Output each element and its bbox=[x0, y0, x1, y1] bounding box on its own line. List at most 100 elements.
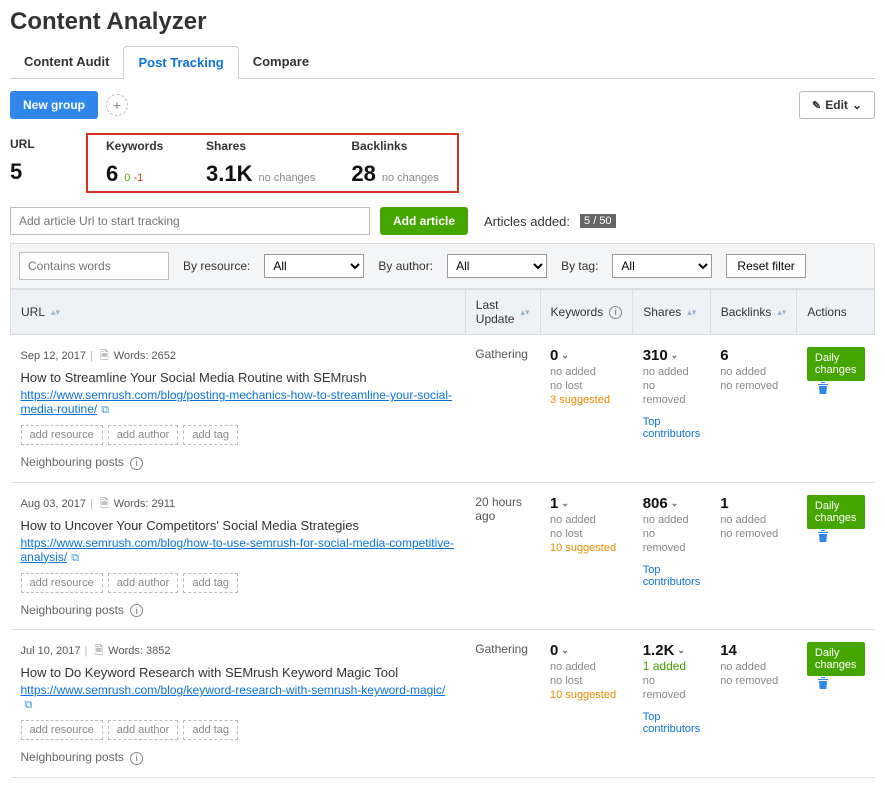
row-last-update: Gathering bbox=[465, 630, 540, 778]
row-keywords-value[interactable]: 0⌄ bbox=[550, 642, 569, 659]
summary-shares: Shares 3.1K no changes bbox=[188, 139, 333, 187]
add-tag-chip[interactable]: add tag bbox=[183, 573, 238, 593]
row-shares-removed: no removed bbox=[643, 528, 686, 554]
summary-bl-value: 28 bbox=[351, 161, 375, 187]
row-keywords-value[interactable]: 1⌄ bbox=[550, 495, 569, 512]
row-kw-suggested[interactable]: 10 suggested bbox=[550, 542, 616, 554]
row-title: How to Streamline Your Social Media Rout… bbox=[21, 370, 456, 385]
info-icon[interactable]: i bbox=[130, 604, 143, 617]
info-icon[interactable]: i bbox=[130, 752, 143, 765]
add-author-chip[interactable]: add author bbox=[108, 425, 179, 445]
row-title: How to Do Keyword Research with SEMrush … bbox=[21, 665, 456, 680]
external-link-icon[interactable]: ⧉ bbox=[71, 552, 79, 564]
external-link-icon[interactable]: ⧉ bbox=[101, 404, 109, 416]
filter-author-label: By author: bbox=[378, 259, 433, 273]
row-shares-added: no added bbox=[643, 366, 689, 378]
add-author-chip[interactable]: add author bbox=[108, 573, 179, 593]
filter-tag-select[interactable]: All bbox=[612, 254, 712, 278]
top-contributors-link[interactable]: Top contributors bbox=[643, 711, 700, 735]
filter-contains-input[interactable] bbox=[19, 252, 169, 280]
reset-filter-button[interactable]: Reset filter bbox=[726, 254, 805, 278]
row-url-link[interactable]: https://www.semrush.com/blog/how-to-use-… bbox=[21, 536, 454, 564]
neighbouring-posts[interactable]: Neighbouring posts i bbox=[21, 750, 456, 765]
neighbouring-posts[interactable]: Neighbouring posts i bbox=[21, 603, 456, 618]
row-shares-added: no added bbox=[643, 514, 689, 526]
add-article-button[interactable]: Add article bbox=[380, 207, 468, 235]
add-resource-chip[interactable]: add resource bbox=[21, 425, 103, 445]
tab-post-tracking[interactable]: Post Tracking bbox=[123, 46, 238, 79]
new-group-button[interactable]: New group bbox=[10, 91, 98, 119]
chevron-down-icon: ⌄ bbox=[671, 350, 679, 361]
summary-kw-label: Keywords bbox=[106, 139, 170, 153]
row-url-link[interactable]: https://www.semrush.com/blog/posting-mec… bbox=[21, 388, 452, 416]
pencil-icon: ✎ bbox=[812, 99, 821, 112]
row-backlinks-value: 1 bbox=[720, 495, 728, 512]
row-title: How to Uncover Your Competitors' Social … bbox=[21, 518, 456, 533]
document-icon: 🗎 bbox=[100, 498, 109, 510]
chevron-down-icon: ⌄ bbox=[852, 98, 862, 112]
top-contributors-link[interactable]: Top contributors bbox=[643, 564, 700, 588]
add-resource-chip[interactable]: add resource bbox=[21, 573, 103, 593]
info-icon[interactable]: i bbox=[609, 306, 622, 319]
daily-changes-button[interactable]: Daily changes bbox=[807, 495, 865, 529]
daily-changes-button[interactable]: Daily changes bbox=[807, 347, 865, 381]
daily-changes-button[interactable]: Daily changes bbox=[807, 642, 865, 676]
articles-added-label: Articles added: bbox=[484, 214, 570, 229]
summary-keywords: Keywords 6 0 -1 bbox=[88, 139, 188, 187]
row-shares-value[interactable]: 806⌄ bbox=[643, 495, 679, 512]
delete-row-button[interactable] bbox=[817, 530, 829, 545]
delete-row-button[interactable] bbox=[817, 677, 829, 692]
col-backlinks[interactable]: Backlinks▴▾ bbox=[710, 290, 797, 335]
filter-author-select[interactable]: All bbox=[447, 254, 547, 278]
add-resource-chip[interactable]: add resource bbox=[21, 720, 103, 740]
summary-url-label: URL bbox=[10, 137, 86, 151]
tab-content-audit[interactable]: Content Audit bbox=[10, 46, 123, 78]
add-author-chip[interactable]: add author bbox=[108, 720, 179, 740]
external-link-icon[interactable]: ⧉ bbox=[25, 699, 33, 711]
summary-kw-value: 6 bbox=[106, 161, 118, 187]
add-tag-chip[interactable]: add tag bbox=[183, 425, 238, 445]
chevron-down-icon: ⌄ bbox=[561, 350, 569, 361]
row-kw-suggested[interactable]: 10 suggested bbox=[550, 689, 616, 701]
row-kw-lost: no lost bbox=[550, 675, 582, 687]
col-keywords[interactable]: Keywordsi bbox=[540, 290, 633, 335]
edit-button[interactable]: ✎ Edit ⌄ bbox=[799, 91, 875, 119]
summary-highlight: Keywords 6 0 -1 Shares 3.1K no changes B… bbox=[86, 133, 459, 193]
page-title: Content Analyzer bbox=[10, 8, 875, 36]
add-group-button[interactable]: + bbox=[106, 94, 128, 116]
row-bl-added: no added bbox=[720, 366, 766, 378]
add-tag-chip[interactable]: add tag bbox=[183, 720, 238, 740]
filter-resource-select[interactable]: All bbox=[264, 254, 364, 278]
col-last-update[interactable]: Last Update▴▾ bbox=[465, 290, 540, 335]
row-shares-value[interactable]: 1.2K⌄ bbox=[643, 642, 685, 659]
row-meta: Jul 10, 2017| 🗎 Words: 3852 bbox=[21, 642, 456, 661]
row-keywords-value[interactable]: 0⌄ bbox=[550, 347, 569, 364]
document-icon: 🗎 bbox=[94, 645, 103, 657]
row-kw-lost: no lost bbox=[550, 528, 582, 540]
articles-table: URL▴▾ Last Update▴▾ Keywordsi Shares▴▾ B… bbox=[10, 289, 875, 778]
tab-compare[interactable]: Compare bbox=[239, 46, 323, 78]
add-article-input[interactable] bbox=[10, 207, 370, 235]
row-kw-added: no added bbox=[550, 514, 596, 526]
chevron-down-icon: ⌄ bbox=[561, 645, 569, 656]
row-bl-removed: no removed bbox=[720, 675, 778, 687]
col-url[interactable]: URL▴▾ bbox=[11, 290, 466, 335]
row-backlinks-value: 14 bbox=[720, 642, 737, 659]
filter-resource-label: By resource: bbox=[183, 259, 250, 273]
row-shares-added: 1 added bbox=[643, 659, 686, 673]
info-icon[interactable]: i bbox=[130, 457, 143, 470]
neighbouring-posts[interactable]: Neighbouring posts i bbox=[21, 455, 456, 470]
row-date: Jul 10, 2017 bbox=[21, 645, 81, 657]
row-shares-value[interactable]: 310⌄ bbox=[643, 347, 679, 364]
delete-row-button[interactable] bbox=[817, 382, 829, 397]
table-row: Jul 10, 2017| 🗎 Words: 3852 How to Do Ke… bbox=[11, 630, 875, 778]
row-url-link[interactable]: https://www.semrush.com/blog/keyword-res… bbox=[21, 683, 446, 697]
articles-added-value: 5 / 50 bbox=[580, 214, 616, 228]
filter-tag-label: By tag: bbox=[561, 259, 598, 273]
col-shares[interactable]: Shares▴▾ bbox=[633, 290, 710, 335]
row-bl-added: no added bbox=[720, 661, 766, 673]
sort-icon: ▴▾ bbox=[51, 307, 60, 318]
row-kw-added: no added bbox=[550, 661, 596, 673]
row-kw-suggested[interactable]: 3 suggested bbox=[550, 394, 610, 406]
top-contributors-link[interactable]: Top contributors bbox=[643, 416, 700, 440]
